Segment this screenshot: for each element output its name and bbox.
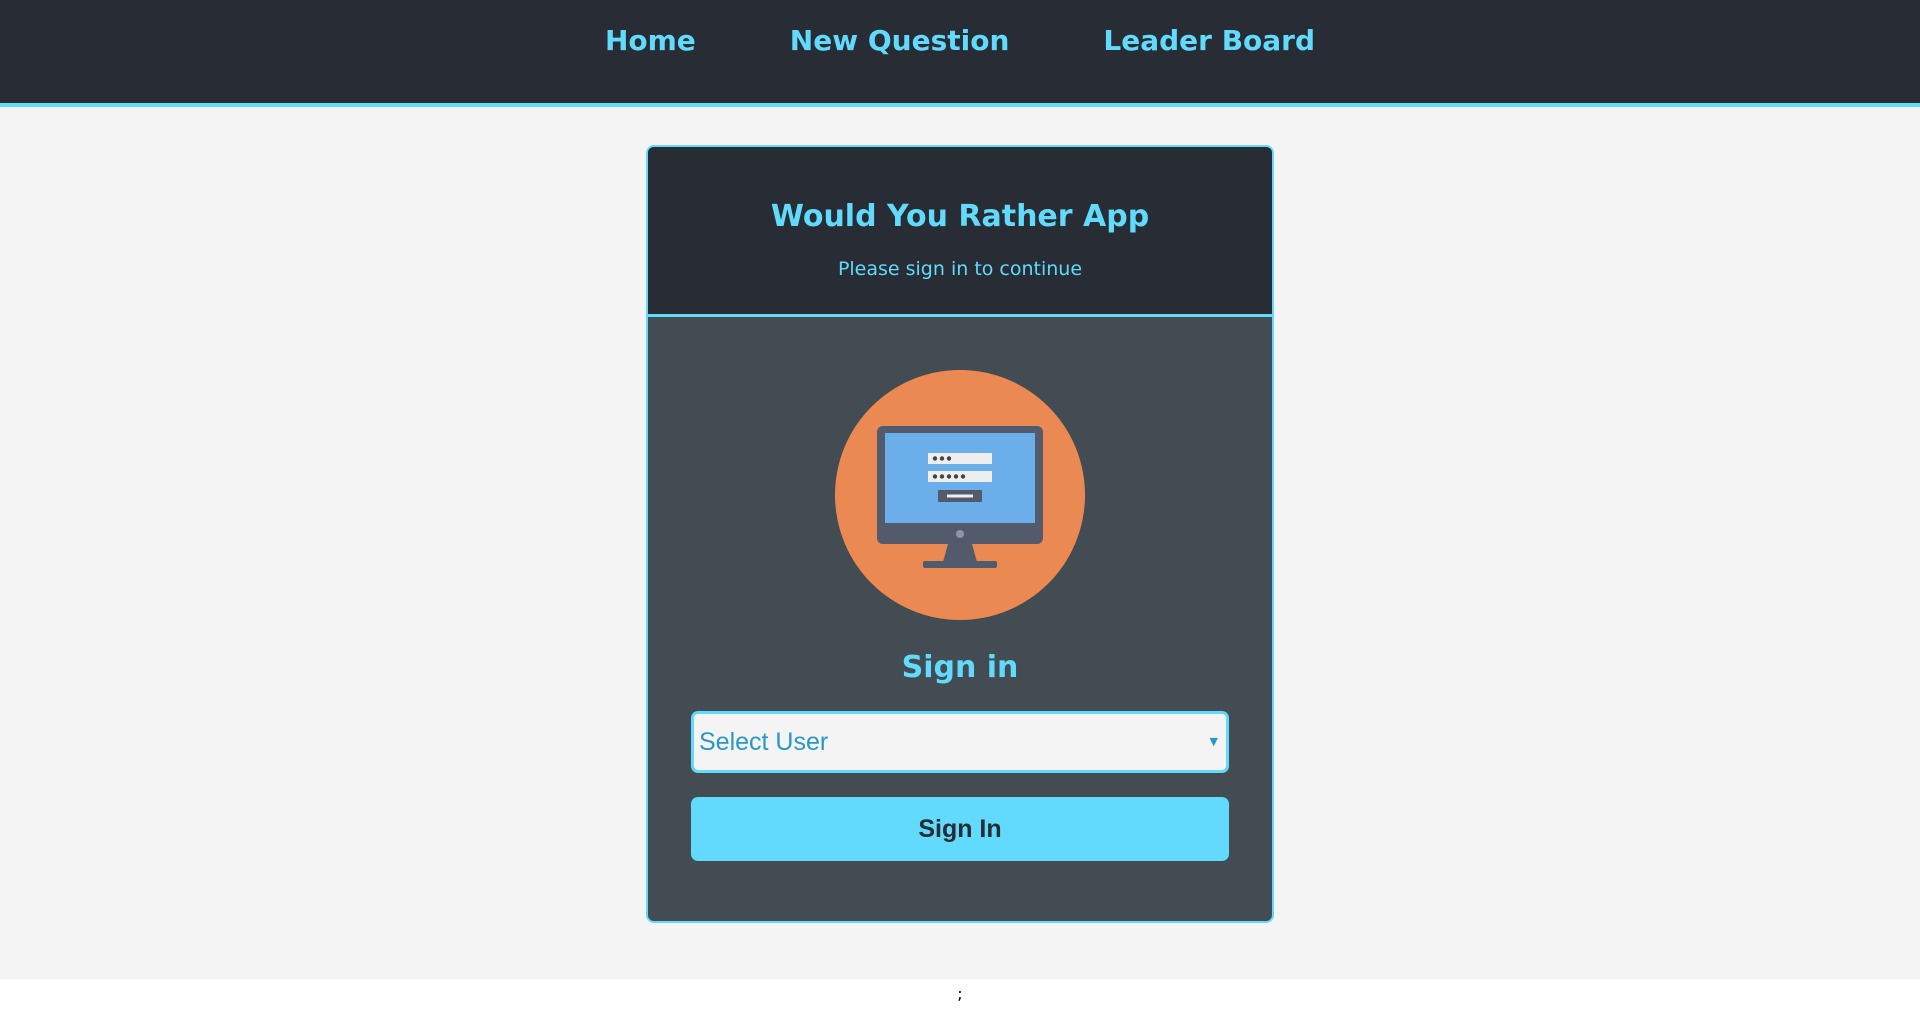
footer-text: ; [957,984,963,1003]
main-content: Would You Rather App Please sign in to c… [0,107,1920,979]
signin-card: Would You Rather App Please sign in to c… [646,145,1274,923]
sign-in-button[interactable]: Sign In [691,797,1229,861]
chevron-down-icon: ▼ [1209,735,1218,748]
computer-login-icon [835,370,1085,620]
signin-heading: Sign in [901,650,1019,685]
nav-home-link[interactable]: Home [605,24,696,57]
card-body: Sign in Select User ▼ Sign In [648,317,1272,861]
select-user-value: Select User [699,728,829,756]
footer: ; [0,979,1920,1010]
nav-leader-board-link[interactable]: Leader Board [1103,24,1315,57]
app-title: Would You Rather App [770,199,1150,234]
app-subtitle: Please sign in to continue [837,258,1083,280]
select-user-dropdown[interactable]: Select User ▼ [691,711,1229,773]
card-header: Would You Rather App Please sign in to c… [648,147,1272,317]
navbar: Home New Question Leader Board [0,0,1920,107]
nav-new-question-link[interactable]: New Question [790,24,1010,57]
